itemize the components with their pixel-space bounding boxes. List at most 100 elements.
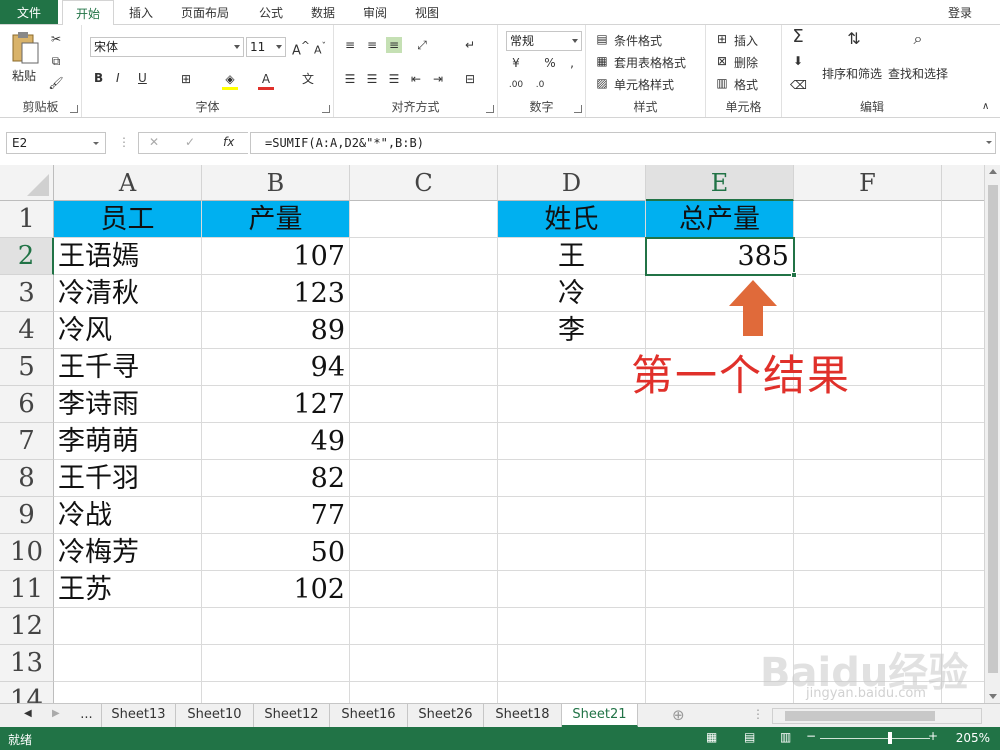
cell-e2[interactable]: 385	[646, 238, 794, 275]
font-launcher-icon[interactable]	[322, 105, 330, 113]
column-header-a[interactable]: A	[54, 165, 202, 201]
cell-b5[interactable]: 94	[202, 349, 350, 386]
row-header[interactable]: 6	[0, 386, 54, 423]
cell-a8[interactable]: 王千羽	[54, 460, 202, 497]
font-size-combo[interactable]: 11	[246, 37, 286, 57]
grid-cell[interactable]	[350, 238, 498, 275]
clipboard-launcher-icon[interactable]	[70, 105, 78, 113]
cell-d1[interactable]: 姓氏	[498, 201, 646, 238]
grid-cell[interactable]	[942, 460, 984, 497]
column-header-e[interactable]: E	[646, 165, 794, 201]
horizontal-scrollbar[interactable]	[772, 708, 982, 724]
grid-cell[interactable]	[498, 386, 646, 423]
paste-label[interactable]: 粘贴	[12, 67, 36, 84]
zoom-out-icon[interactable]: −	[806, 729, 816, 743]
grid-cell[interactable]	[794, 534, 942, 571]
font-name-combo[interactable]: 宋体	[90, 37, 244, 57]
row-header[interactable]: 11	[0, 571, 54, 608]
grid-cell[interactable]	[942, 386, 984, 423]
copy-icon[interactable]: ⧉	[48, 53, 64, 69]
align-middle-icon[interactable]: ≡	[364, 37, 380, 53]
login-link[interactable]: 登录	[948, 4, 972, 21]
grid-cell[interactable]	[942, 423, 984, 460]
cell-b1[interactable]: 产量	[202, 201, 350, 238]
row-header[interactable]: 8	[0, 460, 54, 497]
grid-cell[interactable]	[350, 682, 498, 703]
cell-a9[interactable]: 冷战	[54, 497, 202, 534]
grid-cell[interactable]	[350, 460, 498, 497]
grid-cell[interactable]	[202, 645, 350, 682]
decrease-indent-icon[interactable]: ⇤	[408, 71, 424, 87]
grid-cell[interactable]	[498, 571, 646, 608]
grid-cell[interactable]	[54, 645, 202, 682]
more-sheets-button[interactable]: ...	[72, 704, 102, 727]
autosum-icon[interactable]: Σ	[790, 28, 806, 46]
grid-cell[interactable]	[794, 275, 942, 312]
zoom-level[interactable]: 205%	[956, 731, 990, 745]
row-header[interactable]: 3	[0, 275, 54, 312]
formula-input[interactable]: =SUMIF(A:A,D2&"*",B:B)	[250, 132, 996, 154]
grid-cell[interactable]	[498, 349, 646, 386]
expand-formula-icon[interactable]	[986, 141, 992, 144]
sheet-tab[interactable]: Sheet13	[102, 704, 176, 727]
grid-cell[interactable]	[942, 201, 984, 238]
cell-d2[interactable]: 王	[498, 238, 646, 275]
grid-cell[interactable]	[942, 349, 984, 386]
merge-center-icon[interactable]: ⊟	[462, 71, 478, 87]
cell-b11[interactable]: 102	[202, 571, 350, 608]
vertical-scroll-thumb[interactable]	[988, 185, 998, 673]
cell-a7[interactable]: 李萌萌	[54, 423, 202, 460]
cell-b6[interactable]: 127	[202, 386, 350, 423]
increase-indent-icon[interactable]: ⇥	[430, 71, 446, 87]
cell-a5[interactable]: 王千寻	[54, 349, 202, 386]
row-header[interactable]: 9	[0, 497, 54, 534]
row-header[interactable]: 13	[0, 645, 54, 682]
grid-cell[interactable]	[794, 238, 942, 275]
cancel-icon[interactable]: ✕	[149, 135, 159, 149]
percent-icon[interactable]: %	[542, 55, 558, 71]
orientation-icon[interactable]: ⤢	[414, 37, 430, 53]
grid-cell[interactable]	[646, 571, 794, 608]
cell-b4[interactable]: 89	[202, 312, 350, 349]
collapse-ribbon-icon[interactable]: ∧	[982, 101, 989, 112]
page-layout-view-icon[interactable]: ▤	[744, 730, 755, 744]
currency-icon[interactable]: ¥	[508, 55, 524, 71]
grid-cell[interactable]	[350, 534, 498, 571]
grid-cell[interactable]	[498, 608, 646, 645]
grid-cell[interactable]	[942, 312, 984, 349]
grid-cell[interactable]	[942, 275, 984, 312]
conditional-format-icon[interactable]: ▤	[594, 31, 610, 47]
grid-cell[interactable]	[350, 312, 498, 349]
grid-cell[interactable]	[54, 608, 202, 645]
add-sheet-icon[interactable]: ⊕	[672, 706, 685, 724]
number-format-combo[interactable]: 常规	[506, 31, 582, 51]
grid-cell[interactable]	[498, 460, 646, 497]
normal-view-icon[interactable]: ▦	[706, 730, 717, 744]
paste-icon[interactable]	[10, 31, 40, 65]
cell-a2[interactable]: 王语嫣	[54, 238, 202, 275]
row-header[interactable]: 12	[0, 608, 54, 645]
grid-cell[interactable]	[794, 423, 942, 460]
tab-data[interactable]: 数据	[300, 0, 346, 24]
vertical-scrollbar[interactable]	[984, 165, 1000, 703]
fill-color-icon[interactable]: ◈	[222, 71, 238, 87]
tab-insert[interactable]: 插入	[118, 0, 164, 24]
format-painter-icon[interactable]: 🖌	[48, 75, 64, 91]
scroll-down-icon[interactable]	[989, 694, 997, 699]
column-header-c[interactable]: C	[350, 165, 498, 201]
number-launcher-icon[interactable]	[574, 105, 582, 113]
conditional-format-button[interactable]: 条件格式	[614, 32, 662, 49]
grid-cell[interactable]	[498, 423, 646, 460]
cell-e1[interactable]: 总产量	[646, 201, 794, 238]
cell-a6[interactable]: 李诗雨	[54, 386, 202, 423]
grid-cell[interactable]	[350, 201, 498, 238]
grid-cell[interactable]	[350, 645, 498, 682]
grid-cell[interactable]	[646, 534, 794, 571]
format-cells-icon[interactable]: ▥	[714, 75, 730, 91]
align-right-icon[interactable]: ☰	[386, 71, 402, 87]
grow-font-icon[interactable]: A^	[292, 39, 310, 58]
grid-cell[interactable]	[350, 386, 498, 423]
grid-cell[interactable]	[646, 460, 794, 497]
italic-button[interactable]: I	[116, 71, 120, 85]
tab-review[interactable]: 审阅	[352, 0, 398, 24]
